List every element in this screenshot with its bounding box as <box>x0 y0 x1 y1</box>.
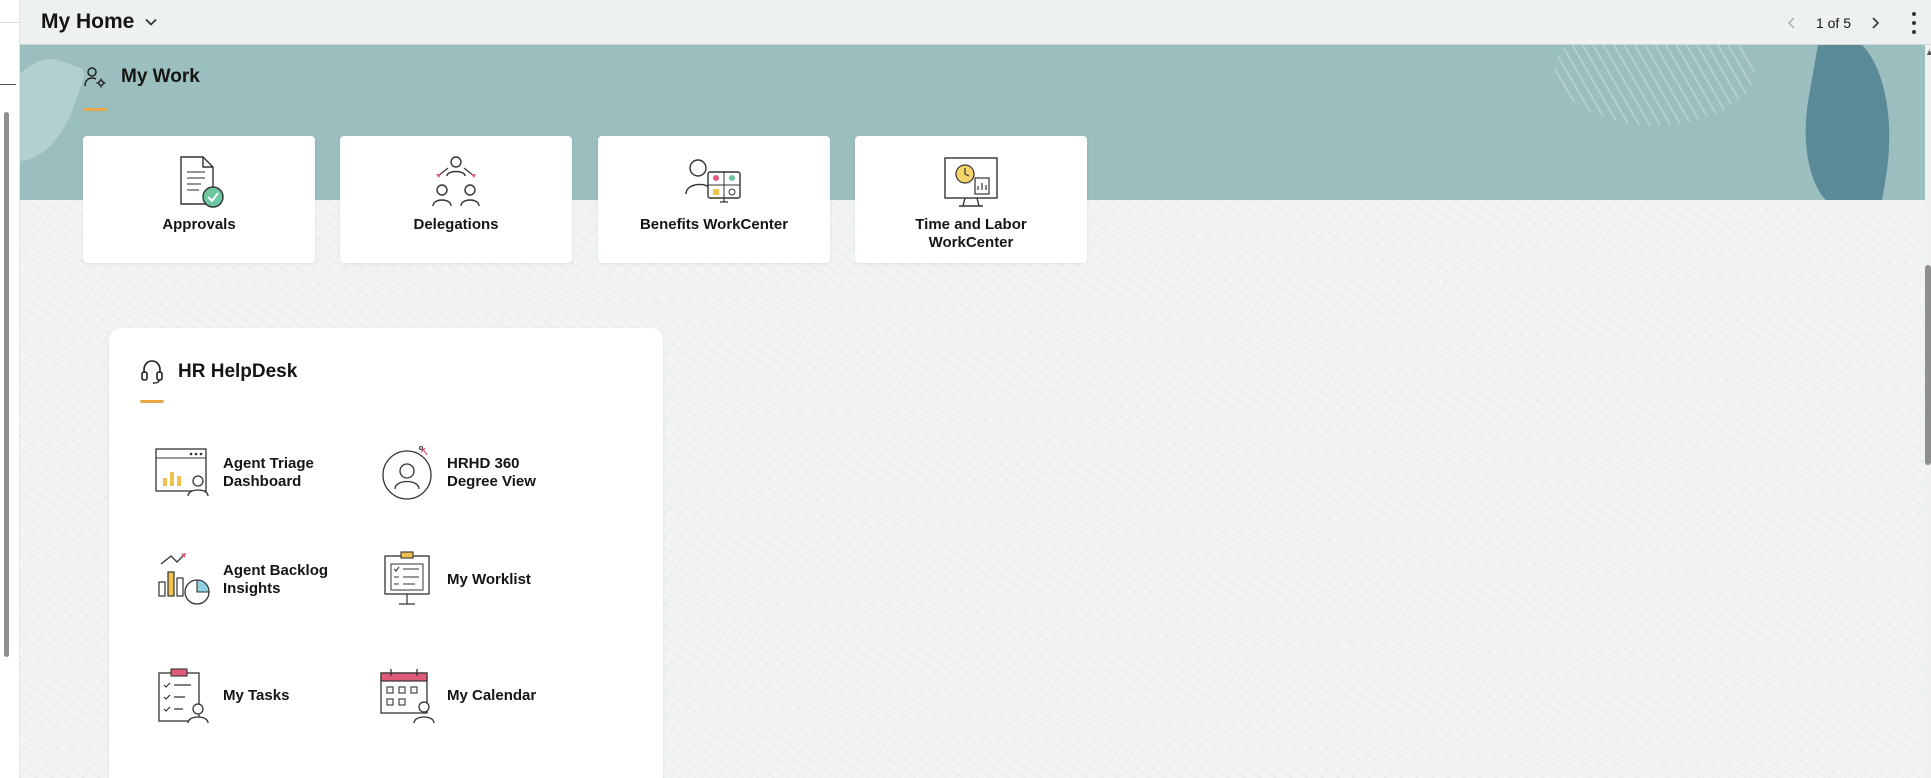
delegation-people-icon <box>432 156 480 207</box>
dashboard-person-icon <box>155 448 209 497</box>
hr-helpdesk-underline <box>140 400 164 403</box>
chevron-right-icon <box>1872 16 1880 29</box>
item-agent-backlog-insights[interactable]: Agent Backlog Insights <box>155 552 333 608</box>
document-check-icon <box>180 156 224 208</box>
item-label: My Worklist <box>447 571 531 588</box>
calendar-person-icon <box>380 669 435 724</box>
my-work-title: My Work <box>121 66 200 87</box>
my-work-heading: My Work <box>83 65 200 89</box>
more-actions-kebab-icon[interactable] <box>1909 12 1919 34</box>
tile-approvals[interactable]: Approvals <box>83 136 315 263</box>
left-strip-cap <box>0 0 20 23</box>
item-my-calendar[interactable]: My Calendar <box>379 668 557 724</box>
chevron-down-icon <box>145 18 157 26</box>
left-strip-mark <box>0 84 16 85</box>
worklist-clipboard-icon <box>384 551 430 605</box>
banner-leaf-right <box>1790 45 1910 200</box>
tile-benefits-workcenter[interactable]: Benefits WorkCenter <box>598 136 830 263</box>
chevron-left-icon <box>1787 16 1795 29</box>
right-scrollbar[interactable]: ▲ <box>1925 45 1931 778</box>
person-circle-icon <box>382 446 432 500</box>
pager: 1 of 5 <box>1782 0 1885 45</box>
page-title: My Home <box>41 10 135 33</box>
time-labor-monitor-icon <box>944 157 998 207</box>
tile-delegations[interactable]: Delegations <box>340 136 572 263</box>
tile-label: Benefits WorkCenter <box>639 216 789 233</box>
tile-label: Delegations <box>413 216 499 233</box>
tile-label: Approvals <box>162 216 236 233</box>
main-content: My Work Approvals Delegations Benefits W… <box>20 45 1925 778</box>
tile-time-and-labor-workcenter[interactable]: Time and Labor WorkCenter <box>855 136 1087 263</box>
previous-page-button[interactable] <box>1782 13 1802 33</box>
tile-label: Time and Labor WorkCenter <box>915 216 1027 251</box>
left-scrollbar-thumb[interactable] <box>4 112 9 657</box>
item-my-tasks[interactable]: My Tasks <box>155 668 333 724</box>
item-label: Agent Triage Dashboard <box>223 455 314 490</box>
banner-swirl <box>1555 45 1755 125</box>
page-header: My Home 1 of 5 <box>20 0 1931 45</box>
item-label: My Tasks <box>223 687 290 704</box>
chart-insights-icon <box>158 553 210 605</box>
pager-text: 1 of 5 <box>1815 14 1851 31</box>
hr-helpdesk-card: HR HelpDesk Agent Triage Dashboard HRHD … <box>109 328 663 778</box>
item-hrhd-360-degree-view[interactable]: HRHD 360 Degree View <box>379 445 557 501</box>
tasks-clipboard-icon <box>158 668 209 724</box>
headset-icon <box>141 360 163 384</box>
item-label: My Calendar <box>447 687 537 704</box>
item-agent-triage-dashboard[interactable]: Agent Triage Dashboard <box>155 445 333 501</box>
hr-helpdesk-heading: HR HelpDesk <box>140 359 297 385</box>
banner-leaf-left <box>20 46 87 174</box>
next-page-button[interactable] <box>1865 13 1885 33</box>
item-label: Agent Backlog Insights <box>223 562 329 597</box>
left-scroll-strip <box>0 0 20 778</box>
item-label: HRHD 360 Degree View <box>447 455 536 490</box>
person-gear-icon <box>84 67 106 88</box>
hr-helpdesk-title: HR HelpDesk <box>178 361 298 382</box>
my-work-underline <box>83 108 107 111</box>
scroll-up-arrow-icon[interactable]: ▲ <box>1925 47 1931 57</box>
benefits-workcenter-icon <box>685 159 741 203</box>
item-my-worklist[interactable]: My Worklist <box>379 551 557 608</box>
page-title-dropdown[interactable]: My Home <box>41 10 158 34</box>
right-scrollbar-thumb[interactable] <box>1925 265 1931 465</box>
